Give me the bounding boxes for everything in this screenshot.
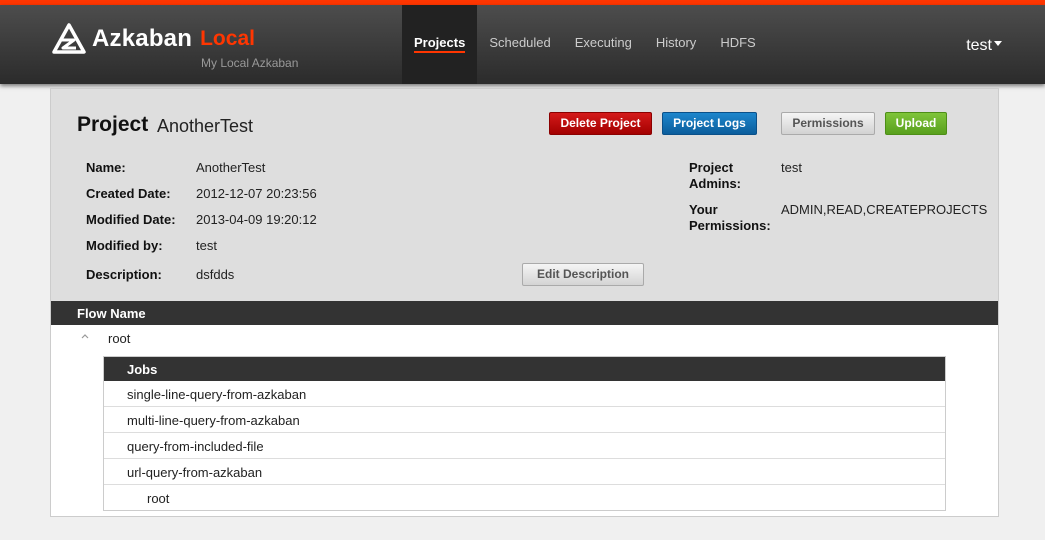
jobs-table: Jobs single-line-query-from-azkaban mult…	[103, 356, 946, 511]
project-panel: Project AnotherTest Delete Project Proje…	[50, 88, 999, 517]
collapse-icon[interactable]	[80, 330, 90, 340]
created-date-label: Created Date:	[86, 186, 171, 201]
your-permissions-value: ADMIN,READ,CREATEPROJECTS	[781, 202, 988, 217]
created-date-value: 2012-12-07 20:23:56	[196, 186, 317, 201]
job-row[interactable]: query-from-included-file	[104, 433, 945, 459]
nav-history-label: History	[655, 35, 697, 50]
jobs-table-header: Jobs	[104, 357, 945, 381]
nav-history[interactable]: History	[644, 5, 708, 84]
upload-button[interactable]: Upload	[885, 112, 947, 135]
nav-scheduled-label: Scheduled	[489, 35, 551, 50]
flow-name[interactable]: root	[108, 331, 130, 346]
project-header: Project AnotherTest Delete Project Proje…	[51, 89, 998, 301]
azkaban-logo-icon	[52, 23, 86, 55]
nav-projects[interactable]: Projects	[402, 5, 478, 84]
flow-row[interactable]: root	[51, 326, 998, 349]
main-nav: Projects Scheduled Executing History HDF…	[402, 5, 768, 84]
project-title-name: AnotherTest	[157, 116, 254, 136]
brand-subtitle: My Local Azkaban	[201, 56, 299, 70]
brand[interactable]: Azkaban Local	[52, 22, 255, 56]
project-logs-button[interactable]: Project Logs	[662, 112, 757, 135]
project-admins-value: test	[781, 160, 802, 175]
brand-environment: Local	[200, 27, 255, 50]
user-name: test	[966, 37, 992, 54]
delete-project-button[interactable]: Delete Project	[549, 112, 652, 135]
brand-name: Azkaban	[92, 25, 193, 52]
navbar: Azkaban Local My Local Azkaban Projects …	[0, 5, 1045, 84]
flow-table-header: Flow Name	[51, 301, 998, 325]
project-admins-label-line1: Project	[689, 160, 734, 175]
description-value: dsfdds	[196, 267, 235, 282]
job-row[interactable]: single-line-query-from-azkaban	[104, 381, 945, 407]
modified-date-label: Modified Date:	[86, 212, 176, 227]
nav-executing[interactable]: Executing	[563, 5, 644, 84]
name-label: Name:	[86, 160, 126, 175]
project-title-prefix: Project	[77, 113, 149, 136]
modified-by-value: test	[196, 238, 217, 253]
caret-down-icon	[994, 41, 1002, 47]
user-menu[interactable]: test	[966, 37, 1002, 55]
modified-by-label: Modified by:	[86, 238, 163, 253]
nav-scheduled[interactable]: Scheduled	[477, 5, 562, 84]
nav-hdfs-label: HDFS	[720, 35, 756, 50]
nav-hdfs[interactable]: HDFS	[708, 5, 767, 84]
modified-date-value: 2013-04-09 19:20:12	[196, 212, 317, 227]
project-admins-label-line2: Admins:	[689, 176, 741, 191]
permissions-button[interactable]: Permissions	[781, 112, 875, 135]
job-row[interactable]: url-query-from-azkaban	[104, 459, 945, 485]
nav-executing-label: Executing	[574, 35, 632, 50]
your-permissions-label-line1: Your	[689, 202, 718, 217]
your-permissions-label-line2: Permissions:	[689, 218, 771, 233]
edit-description-button[interactable]: Edit Description	[522, 263, 644, 286]
name-value: AnotherTest	[196, 160, 266, 175]
description-label: Description:	[86, 267, 162, 282]
nav-projects-label: Projects	[414, 35, 466, 53]
job-row[interactable]: multi-line-query-from-azkaban	[104, 407, 945, 433]
job-row-nested[interactable]: root	[104, 485, 945, 511]
